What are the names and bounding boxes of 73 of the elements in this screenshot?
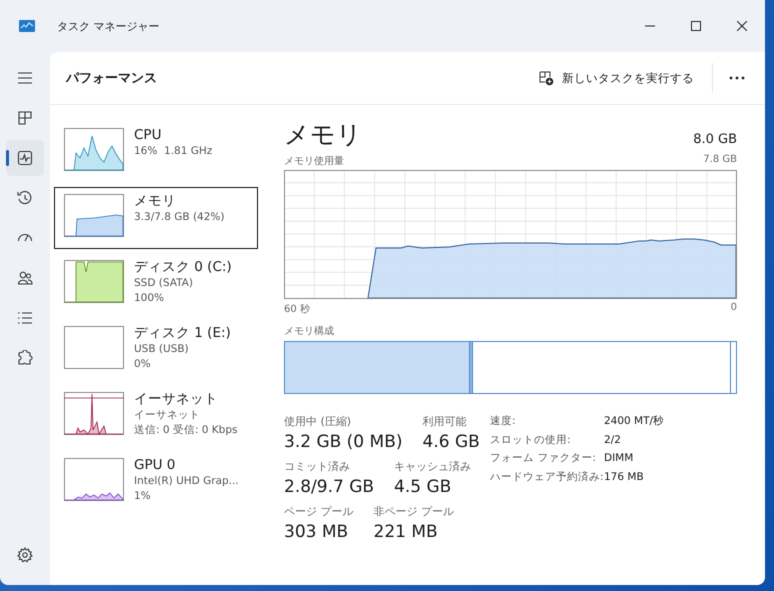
new-task-icon [539, 70, 554, 86]
device-detail: SSD (SATA) [134, 276, 194, 291]
more-icon [729, 76, 745, 80]
device-detail: 16% 1.81 GHz [134, 144, 212, 159]
chart-label: メモリ使用量 [284, 155, 344, 168]
device-item[interactable]: GPU 0 Intel(R) UHD Grap... 1% [54, 451, 258, 513]
spec-label: フォーム ファクター: [490, 451, 597, 466]
device-item[interactable]: メモリ 3.3/7.8 GB (42%) [54, 187, 258, 249]
stat-value: 2.8/9.7 GB [284, 476, 374, 499]
spec-value: 2400 MT/秒 [604, 414, 664, 429]
menu-icon [17, 70, 33, 86]
puzzle-icon [17, 350, 33, 366]
device-name: ディスク 0 (C:) [134, 258, 232, 276]
maximize-icon [691, 21, 701, 31]
users-icon [17, 270, 33, 286]
device-item[interactable]: イーサネット イーサネット 送信: 0 受信: 0 Kbps [54, 385, 258, 447]
usage-thumbnail [64, 458, 124, 501]
chart-max-label: 7.8 GB [703, 154, 737, 167]
selection-indicator [6, 150, 9, 166]
stat-value: 221 MB [374, 521, 439, 544]
spec-label: スロットの使用: [490, 432, 572, 448]
pulse-icon [17, 150, 33, 166]
device-detail: 送信: 0 受信: 0 Kbps [134, 423, 238, 438]
grid-icon [17, 110, 33, 126]
settings-icon [17, 547, 33, 563]
spec-label: 速度: [490, 414, 517, 429]
stat-label: 使用中 (圧縮) [284, 414, 352, 430]
spec-value: 176 MB [604, 470, 645, 484]
stat-label: 利用可能 [422, 414, 468, 430]
usage-thumbnail [64, 326, 124, 369]
device-detail: 1% [134, 489, 152, 504]
list-icon [17, 310, 33, 326]
usage-thumbnail [64, 392, 124, 435]
resource-title: メモリ [284, 119, 362, 151]
spec-value: 2/2 [604, 432, 622, 448]
stat-label: 非ページ プール [374, 504, 454, 520]
spec-value: DIMM [604, 451, 634, 466]
stat-label: コミット済み [284, 459, 351, 475]
stat-value: 4.6 GB [422, 431, 480, 454]
device-name: メモリ [134, 192, 177, 210]
close-icon [737, 21, 747, 31]
spec-label: ハードウェア予約済み: [490, 470, 604, 484]
device-name: GPU 0 [134, 456, 176, 474]
device-detail: Intel(R) UHD Grap... [134, 474, 239, 489]
stat-label: キャッシュ済み [394, 459, 472, 475]
run-new-task-button[interactable]: 新しいタスクを実行する [531, 64, 702, 92]
usage-thumbnail [64, 260, 124, 303]
time-axis-start: 60 秒 [284, 302, 310, 316]
device-detail: イーサネット [134, 408, 201, 423]
stat-label: ページ プール [284, 504, 354, 520]
page-title: パフォーマンス [66, 70, 157, 87]
device-detail: 100% [134, 291, 166, 306]
window-title: タスク マネージャー [57, 18, 160, 34]
app-icon [19, 20, 35, 32]
clock-icon [17, 190, 33, 206]
device-name: CPU [134, 126, 162, 144]
device-item[interactable]: ディスク 0 (C:) SSD (SATA) 100% [54, 253, 258, 315]
usage-thumbnail [64, 194, 124, 237]
composition-label: メモリ構成 [284, 324, 335, 338]
device-detail: 3.3/7.8 GB (42%) [134, 210, 224, 225]
device-name: イーサネット [134, 390, 219, 408]
stat-value: 303 MB [284, 521, 350, 544]
stat-value: 4.5 GB [394, 476, 452, 499]
usage-thumbnail [64, 128, 124, 171]
device-detail: USB (USB) [134, 342, 190, 357]
nav-button[interactable] [6, 140, 44, 176]
device-item[interactable]: ディスク 1 (E:) USB (USB) 0% [54, 319, 258, 381]
stat-value: 3.2 GB (0 MB) [284, 431, 402, 454]
device-item[interactable]: CPU 16% 1.81 GHz [54, 121, 258, 183]
device-detail: 0% [134, 357, 152, 372]
total-capacity: 8.0 GB [693, 132, 737, 147]
time-axis-end: 0 [730, 302, 737, 315]
device-name: ディスク 1 (E:) [134, 324, 231, 342]
